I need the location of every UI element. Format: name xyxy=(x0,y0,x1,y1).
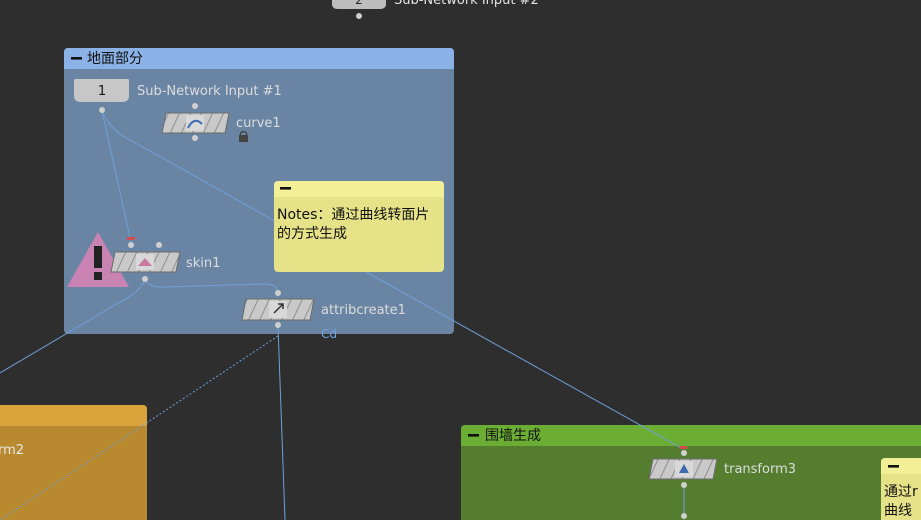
transform3-input-connector[interactable] xyxy=(681,450,687,456)
attribcreate1-input-connector[interactable] xyxy=(275,290,281,296)
transform3-label: transform3 xyxy=(724,462,796,477)
collapse-minus-icon[interactable] xyxy=(71,57,82,60)
sticky-note-wall-line1: 通过r xyxy=(884,484,918,500)
sticky-note-ground[interactable]: Notes：通过曲线转面片 的方式生成 xyxy=(274,181,444,272)
network-box-left[interactable]: rm2 xyxy=(0,405,147,520)
subnet-input-2-output-connector[interactable] xyxy=(356,13,362,19)
skin1-input-connector-left[interactable] xyxy=(128,242,134,248)
collapse-minus-icon[interactable] xyxy=(280,187,291,190)
skin1-output-connector[interactable] xyxy=(142,276,148,282)
attribcreate1-label: attribcreate1 xyxy=(321,303,406,318)
network-editor-canvas[interactable]: 2 Sub-Network Input #2 地面部分 rm2 围墙生成 1 S… xyxy=(0,0,921,520)
sticky-note-wall[interactable]: 通过r 曲线 xyxy=(881,458,921,520)
attribcreate1-output-connector[interactable] xyxy=(275,322,281,328)
subnet-input-2-node[interactable]: 2 Sub-Network Input #2 xyxy=(332,0,539,19)
skin1-input-flag xyxy=(127,237,135,240)
network-box-wall-title: 围墙生成 xyxy=(485,428,541,444)
wire-attribcreate1-down xyxy=(277,325,286,520)
sticky-note-ground-line2: 的方式生成 xyxy=(277,226,347,242)
subnet-input-2-label: Sub-Network Input #2 xyxy=(394,0,539,8)
transform3-output-connector[interactable] xyxy=(681,482,687,488)
curve1-output-connector[interactable] xyxy=(192,135,198,141)
skin1-input-connector-right[interactable] xyxy=(156,242,162,248)
curve1-input-connector[interactable] xyxy=(192,103,198,109)
network-box-ground-title: 地面部分 xyxy=(87,51,143,67)
subnet-input-1-label: Sub-Network Input #1 xyxy=(137,84,282,99)
sticky-note-wall-line2: 曲线 xyxy=(884,503,912,519)
subnet-input-2-index: 2 xyxy=(355,0,363,7)
transform3-input-flag xyxy=(680,446,687,449)
collapse-minus-icon[interactable] xyxy=(888,465,899,468)
subnet-input-1-index: 1 xyxy=(98,84,106,99)
subnet-input-1-output-connector[interactable] xyxy=(99,107,105,113)
attribcreate1-attribute-label: Cd xyxy=(321,327,337,341)
transform3-downstream-connector[interactable] xyxy=(681,513,687,519)
curve1-label: curve1 xyxy=(236,116,281,131)
collapse-minus-icon[interactable] xyxy=(468,434,479,437)
sticky-note-ground-line1: Notes：通过曲线转面片 xyxy=(277,207,429,223)
skin1-label: skin1 xyxy=(186,256,220,271)
network-box-left-node-label: rm2 xyxy=(0,443,24,458)
